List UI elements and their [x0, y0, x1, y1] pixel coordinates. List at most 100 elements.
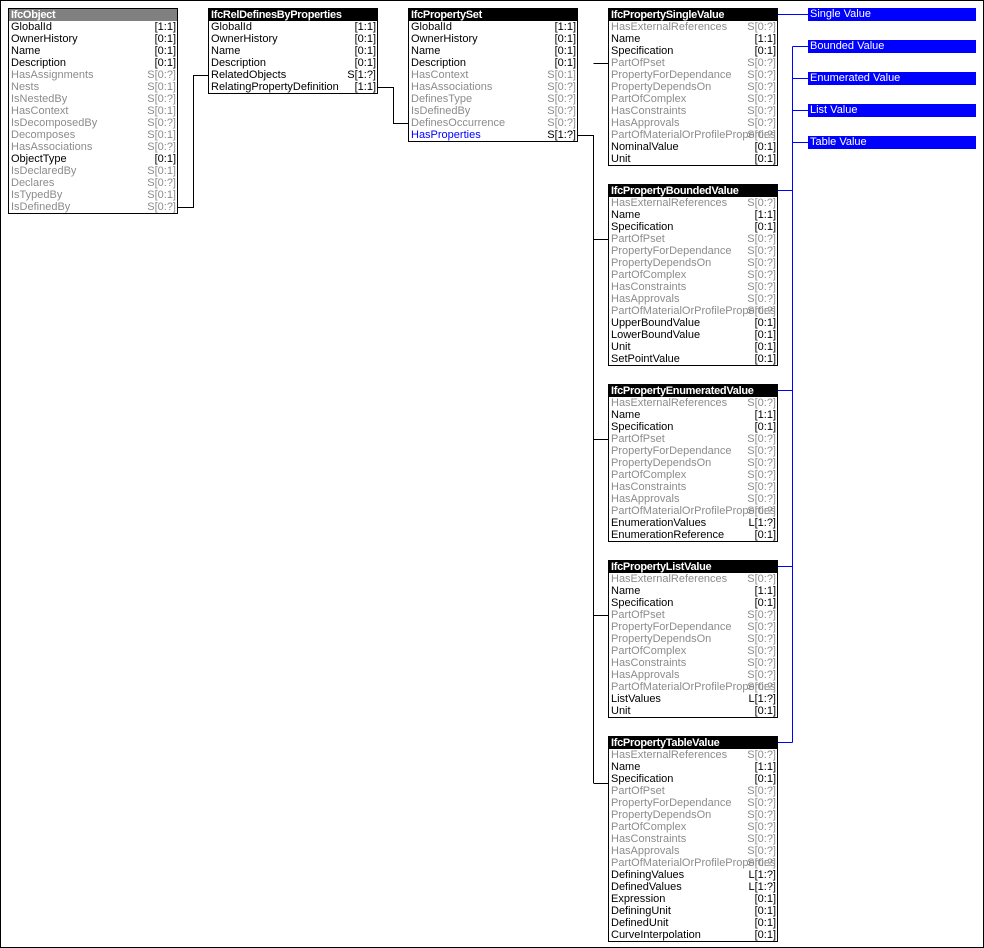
entity-ifc-property-single-value[interactable]: IfcPropertySingleValue HasExternalReferen…	[608, 8, 778, 166]
entity-header[interactable]: IfcObject	[9, 9, 177, 21]
entity-header[interactable]: IfcPropertyEnumeratedValue	[609, 385, 777, 397]
attribute-row[interactable]: PropertyDependsOn S[0:?]	[609, 457, 777, 469]
attribute-row[interactable]: Decomposes S[0:1]	[9, 129, 177, 141]
attribute-row[interactable]: PartOfMaterialOrProfileProperties S[0:?]	[609, 857, 777, 869]
attribute-row[interactable]: HasExternalReferences S[0:?]	[609, 21, 777, 33]
attribute-row[interactable]: HasApprovals S[0:?]	[609, 117, 777, 129]
attribute-row[interactable]: IsNestedBy S[0:?]	[9, 93, 177, 105]
attribute-row[interactable]: Specification [0:1]	[609, 221, 777, 233]
attribute-row[interactable]: PartOfComplex S[0:?]	[609, 93, 777, 105]
attribute-row[interactable]: HasConstraints S[0:?]	[609, 481, 777, 493]
label-single-value[interactable]: Single Value	[808, 8, 976, 21]
label-table-value[interactable]: Table Value	[808, 136, 976, 149]
entity-header[interactable]: IfcRelDefinesByProperties	[209, 9, 377, 21]
attribute-row[interactable]: ListValues L[1:?]	[609, 693, 777, 705]
attribute-row[interactable]: HasConstraints S[0:?]	[609, 281, 777, 293]
attribute-row[interactable]: CurveInterpolation [0:1]	[609, 929, 777, 941]
attribute-row[interactable]: DefinedUnit [0:1]	[609, 917, 777, 929]
attribute-row[interactable]: GlobalId [1:1]	[409, 21, 577, 33]
attribute-row[interactable]: NominalValue [0:1]	[609, 141, 777, 153]
attribute-row[interactable]: PartOfPset S[0:?]	[609, 57, 777, 69]
entity-ifc-object[interactable]: IfcObject GlobalId [1:1] OwnerHistory [0:1] N…	[8, 8, 178, 214]
attribute-row[interactable]: HasAssignments S[0:?]	[9, 69, 177, 81]
attribute-row[interactable]: HasConstraints S[0:?]	[609, 105, 777, 117]
attribute-row[interactable]: HasConstraints S[0:?]	[609, 657, 777, 669]
attribute-row[interactable]: IsDecomposedBy S[0:?]	[9, 117, 177, 129]
attribute-row[interactable]: PropertyDependsOn S[0:?]	[609, 633, 777, 645]
entity-header[interactable]: IfcPropertySingleValue	[609, 9, 777, 21]
attribute-row[interactable]: Unit [0:1]	[609, 705, 777, 717]
attribute-row[interactable]: PartOfMaterialOrProfileProperties S[0:?]	[609, 505, 777, 517]
attribute-row[interactable]: HasContext S[0:1]	[409, 69, 577, 81]
entity-header[interactable]: IfcPropertySet	[409, 9, 577, 21]
label-enumerated-value[interactable]: Enumerated Value	[808, 72, 976, 85]
attribute-row[interactable]: Name [0:1]	[409, 45, 577, 57]
attribute-row[interactable]: PropertyForDependance S[0:?]	[609, 69, 777, 81]
attribute-row[interactable]: PartOfPset S[0:?]	[609, 433, 777, 445]
attribute-row[interactable]: PropertyDependsOn S[0:?]	[609, 809, 777, 821]
attribute-row[interactable]: Name [1:1]	[609, 409, 777, 421]
attribute-row[interactable]: PartOfComplex S[0:?]	[609, 645, 777, 657]
attribute-row[interactable]: DefiningUnit [0:1]	[609, 905, 777, 917]
attribute-row[interactable]: LowerBoundValue [0:1]	[609, 329, 777, 341]
entity-header[interactable]: IfcPropertyListValue	[609, 561, 777, 573]
attribute-row[interactable]: Description [0:1]	[9, 57, 177, 69]
attribute-row[interactable]: HasExternalReferences S[0:?]	[609, 749, 777, 761]
attribute-row[interactable]: HasContext S[0:1]	[9, 105, 177, 117]
attribute-row[interactable]: IsDeclaredBy S[0:1]	[9, 165, 177, 177]
attribute-row[interactable]: GlobalId [1:1]	[209, 21, 377, 33]
attribute-row[interactable]: PartOfPset S[0:?]	[609, 609, 777, 621]
attribute-row[interactable]: PartOfPset S[0:?]	[609, 785, 777, 797]
attribute-row[interactable]: SetPointValue [0:1]	[609, 353, 777, 365]
attribute-row[interactable]: PartOfComplex S[0:?]	[609, 269, 777, 281]
attribute-row[interactable]: PartOfMaterialOrProfileProperties S[0:?]	[609, 129, 777, 141]
attribute-row[interactable]: ObjectType [0:1]	[9, 153, 177, 165]
attribute-row[interactable]: Description [0:1]	[209, 57, 377, 69]
attribute-row[interactable]: OwnerHistory [0:1]	[409, 33, 577, 45]
attribute-row[interactable]: DefinesOccurrence S[0:?]	[409, 117, 577, 129]
attribute-row[interactable]: PropertyForDependance S[0:?]	[609, 797, 777, 809]
attribute-row[interactable]: Nests S[0:1]	[9, 81, 177, 93]
attribute-row[interactable]: HasExternalReferences S[0:?]	[609, 397, 777, 409]
attribute-row[interactable]: Name [0:1]	[209, 45, 377, 57]
label-list-value[interactable]: List Value	[808, 104, 976, 117]
attribute-row[interactable]: HasApprovals S[0:?]	[609, 845, 777, 857]
entity-ifc-property-bounded-value[interactable]: IfcPropertyBoundedValue HasExternalRefere…	[608, 184, 778, 366]
attribute-row[interactable]: PropertyForDependance S[0:?]	[609, 621, 777, 633]
attribute-row[interactable]: Specification [0:1]	[609, 45, 777, 57]
attribute-row[interactable]: IsDefinedBy S[0:?]	[9, 201, 177, 213]
attribute-row[interactable]: Unit [0:1]	[609, 341, 777, 353]
attribute-row[interactable]: DefinesType S[0:?]	[409, 93, 577, 105]
attribute-row[interactable]: Specification [0:1]	[609, 597, 777, 609]
attribute-row[interactable]: Name [1:1]	[609, 585, 777, 597]
attribute-row[interactable]: Name [1:1]	[609, 761, 777, 773]
attribute-row[interactable]: PropertyForDependance S[0:?]	[609, 245, 777, 257]
attribute-row[interactable]: PartOfMaterialOrProfileProperties S[0:?]	[609, 305, 777, 317]
attribute-row[interactable]: PartOfComplex S[0:?]	[609, 469, 777, 481]
entity-header[interactable]: IfcPropertyTableValue	[609, 737, 777, 749]
entity-ifc-property-list-value[interactable]: IfcPropertyListValue HasExternalReference…	[608, 560, 778, 718]
attribute-row[interactable]: OwnerHistory [0:1]	[209, 33, 377, 45]
attribute-row[interactable]: IsTypedBy S[0:1]	[9, 189, 177, 201]
attribute-row[interactable]: Name [1:1]	[609, 33, 777, 45]
attribute-row[interactable]: RelatedObjects S[1:?]	[209, 69, 377, 81]
attribute-row[interactable]: Expression [0:1]	[609, 893, 777, 905]
attribute-row[interactable]: Name [0:1]	[9, 45, 177, 57]
attribute-row[interactable]: OwnerHistory [0:1]	[9, 33, 177, 45]
attribute-row[interactable]: Unit [0:1]	[609, 153, 777, 165]
attribute-row[interactable]: HasAssociations S[0:?]	[9, 141, 177, 153]
attribute-row[interactable]: HasApprovals S[0:?]	[609, 293, 777, 305]
attribute-row[interactable]: HasExternalReferences S[0:?]	[609, 573, 777, 585]
entity-ifc-property-table-value[interactable]: IfcPropertyTableValue HasExternalReferenc…	[608, 736, 778, 942]
attribute-row[interactable]: PropertyForDependance S[0:?]	[609, 445, 777, 457]
attribute-row[interactable]: IsDefinedBy S[0:?]	[409, 105, 577, 117]
attribute-row[interactable]: HasProperties S[1:?]	[409, 129, 577, 141]
attribute-row[interactable]: UpperBoundValue [0:1]	[609, 317, 777, 329]
attribute-row[interactable]: Specification [0:1]	[609, 773, 777, 785]
attribute-row[interactable]: PartOfMaterialOrProfileProperties S[0:?]	[609, 681, 777, 693]
attribute-row[interactable]: PartOfPset S[0:?]	[609, 233, 777, 245]
attribute-row[interactable]: HasApprovals S[0:?]	[609, 669, 777, 681]
attribute-row[interactable]: HasAssociations S[0:?]	[409, 81, 577, 93]
attribute-row[interactable]: PropertyDependsOn S[0:?]	[609, 257, 777, 269]
attribute-row[interactable]: DefinedValues L[1:?]	[609, 881, 777, 893]
